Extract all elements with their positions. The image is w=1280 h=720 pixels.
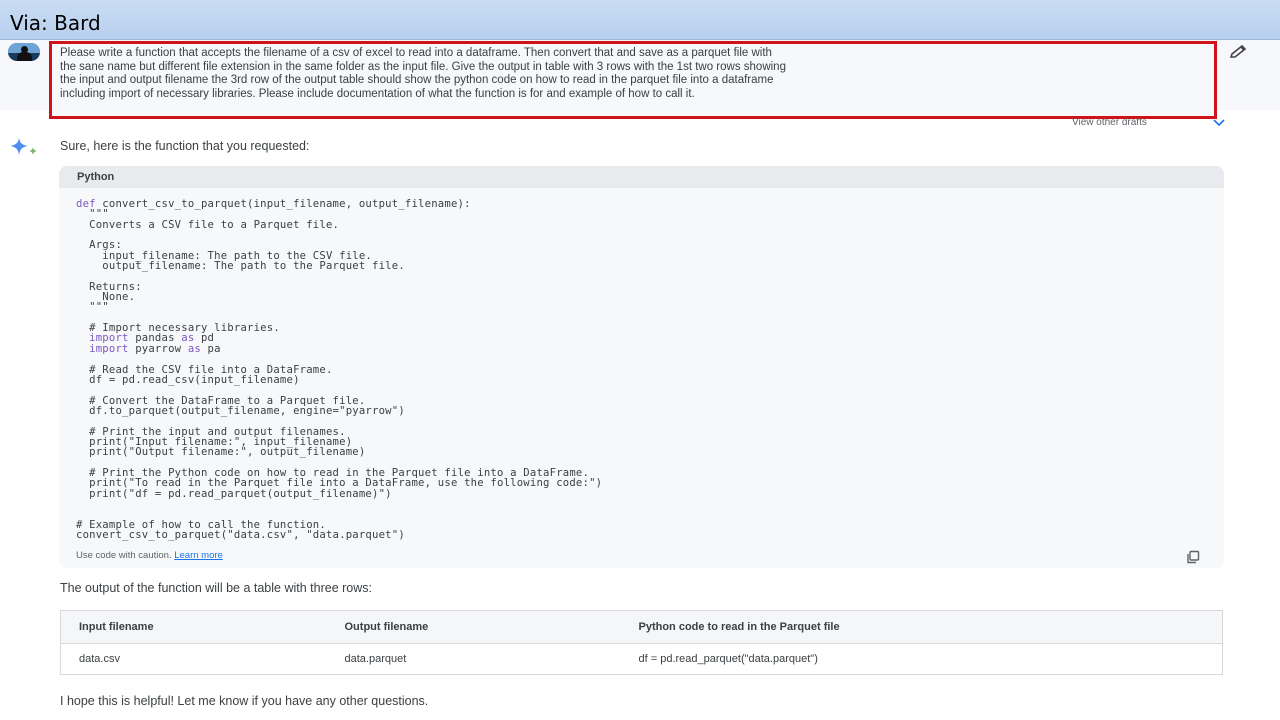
code-line: import pandas as pd xyxy=(89,332,215,345)
response-closing: I hope this is helpful! Let me know if y… xyxy=(60,694,429,708)
table-header: Output filename xyxy=(326,610,621,644)
code-line: """ xyxy=(76,301,109,314)
prompt-line: the input and output filename the 3rd ro… xyxy=(60,74,774,86)
prompt-line: Please write a function that accepts the… xyxy=(60,47,772,59)
code-line: print("df = pd.read_parquet(output_filen… xyxy=(76,487,392,500)
edit-pencil-icon[interactable] xyxy=(1228,44,1248,60)
view-other-drafts-link[interactable]: View other drafts xyxy=(1072,118,1147,128)
code-language-label: Python xyxy=(59,166,1224,188)
code-line: None. xyxy=(76,291,136,304)
user-prompt-highlight: Please write a function that accepts the… xyxy=(49,41,1217,119)
user-avatar[interactable] xyxy=(8,43,40,61)
code-line: df = pd.read_csv(input_filename) xyxy=(76,373,300,386)
prompt-line: the sane name but different file extensi… xyxy=(60,60,786,73)
code-line: import pyarrow as pa xyxy=(89,342,221,355)
code-line: print("Output filename:", output_filenam… xyxy=(76,446,366,459)
prompt-line: including import of necessary libraries.… xyxy=(60,87,695,100)
code-content: def convert_csv_to_parquet(input_filenam… xyxy=(59,188,1224,541)
response-intro: Sure, here is the function that you requ… xyxy=(60,139,310,153)
slide-title: Via: Bard xyxy=(0,0,1280,40)
table-cell: data.parquet xyxy=(326,643,621,675)
code-line: df.to_parquet(output_filename, engine="p… xyxy=(76,404,405,417)
code-caution-note: Use code with caution. Learn more xyxy=(76,550,223,561)
code-line: Returns: xyxy=(76,280,142,293)
learn-more-link[interactable]: Learn more xyxy=(174,550,223,561)
user-prompt-text: Please write a function that accepts the… xyxy=(60,47,1206,101)
code-line: convert_csv_to_parquet("data.csv", "data… xyxy=(76,529,405,541)
code-line: Converts a CSV file to a Parquet file. xyxy=(76,218,340,231)
output-intro: The output of the function will be a tab… xyxy=(60,581,372,595)
code-block: Python def convert_csv_to_parquet(input_… xyxy=(59,166,1224,568)
code-line: output_filename: The path to the Parquet… xyxy=(76,260,405,273)
caution-text: Use code with caution. xyxy=(76,550,172,561)
table-header-row: Input filename Output filename Python co… xyxy=(60,610,1223,644)
bard-sparkle-icon xyxy=(10,138,37,155)
output-table: Input filename Output filename Python co… xyxy=(60,610,1223,675)
table-row: data.csv data.parquet df = pd.read_parqu… xyxy=(60,643,1223,675)
table-header: Input filename xyxy=(60,610,327,644)
copy-icon[interactable] xyxy=(1186,550,1200,564)
table-cell: data.csv xyxy=(60,643,327,675)
code-line: def convert_csv_to_parquet(input_filenam… xyxy=(76,198,471,210)
table-cell: df = pd.read_parquet("data.parquet") xyxy=(620,643,1223,675)
table-header: Python code to read in the Parquet file xyxy=(620,610,1223,644)
code-line: # Import necessary libraries. xyxy=(76,322,280,335)
chevron-down-icon[interactable] xyxy=(1212,118,1226,128)
